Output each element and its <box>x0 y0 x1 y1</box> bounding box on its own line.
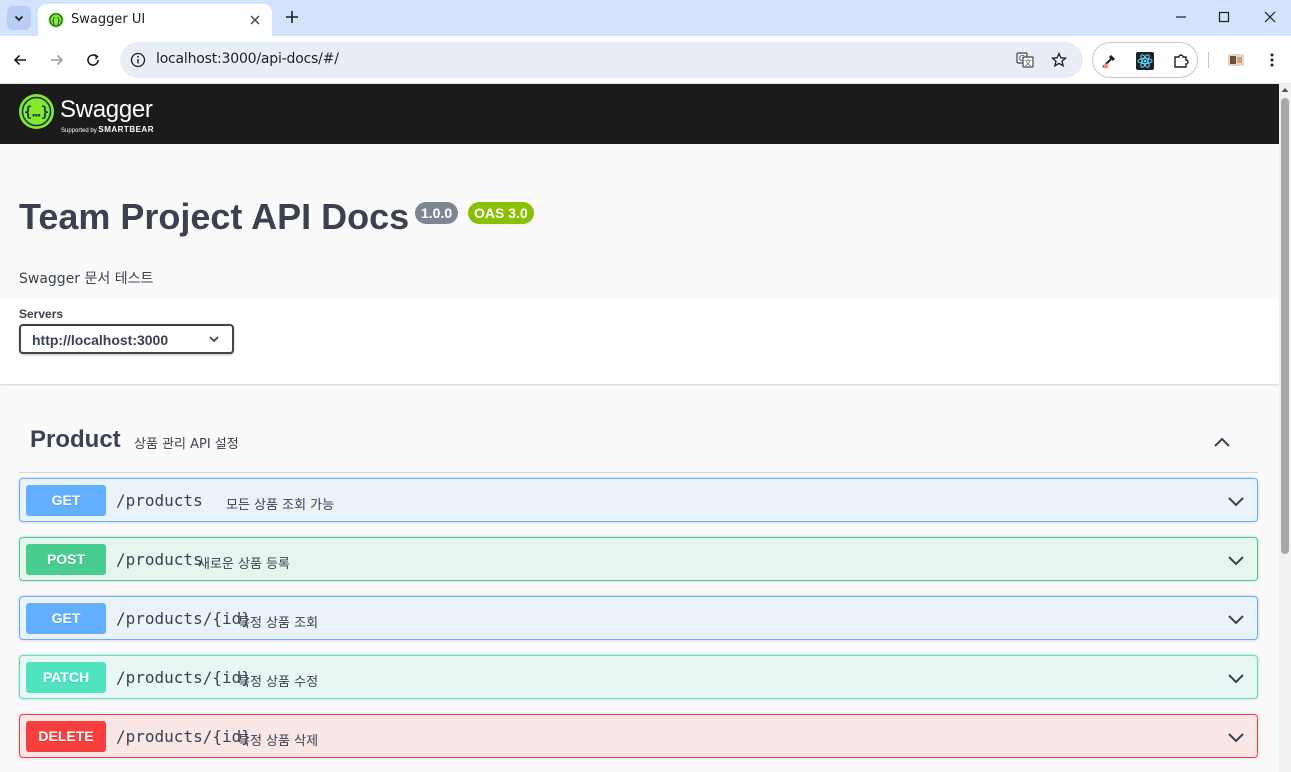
chevron-down-icon[interactable] <box>1227 669 1245 687</box>
scrollbar-thumb[interactable] <box>1281 98 1289 554</box>
browser-tab-strip: {} Swagger UI <box>0 0 1291 36</box>
operation-path: /products <box>116 491 203 510</box>
method-badge: GET <box>26 485 106 516</box>
react-devtools-icon[interactable] <box>1135 51 1155 71</box>
operation-summary: 새로운 상품 등록 <box>198 557 290 572</box>
maximize-icon[interactable] <box>1204 5 1244 29</box>
opblock-patch-product[interactable]: PATCH /products/{id} 특정 상품 수정 <box>19 655 1258 699</box>
reload-icon[interactable] <box>81 48 105 72</box>
svg-text:{…}: {…} <box>24 105 49 121</box>
translate-icon[interactable]: G文 <box>1016 51 1034 69</box>
swagger-logo-subtitle: Supported by SMARTBEAR <box>61 125 154 134</box>
oas-badge: OAS 3.0 <box>468 202 534 224</box>
browser-tab[interactable]: {} Swagger UI <box>38 4 272 36</box>
swagger-logo-icon[interactable]: {…} <box>19 94 54 129</box>
api-description: Swagger 문서 테스트 <box>19 271 154 287</box>
chevron-up-icon[interactable] <box>1212 433 1232 453</box>
page-title: Team Project API Docs <box>19 196 410 237</box>
address-bar[interactable]: localhost:3000/api-docs/#/ G文 <box>120 42 1083 78</box>
operation-summary: 특정 상품 조회 <box>238 616 319 631</box>
method-badge: GET <box>26 603 106 634</box>
operation-path: /products/{id} <box>116 609 251 628</box>
chevron-down-icon[interactable] <box>1227 551 1245 569</box>
chevron-down-icon[interactable] <box>1227 492 1245 510</box>
page-scrollbar[interactable] <box>1279 84 1291 772</box>
site-info-icon[interactable] <box>130 52 146 68</box>
scroll-up-arrow-icon[interactable] <box>1281 86 1289 94</box>
servers-select[interactable]: http://localhost:3000 <box>19 324 234 354</box>
new-tab-icon[interactable] <box>281 6 303 28</box>
forward-arrow-icon[interactable] <box>45 48 69 72</box>
chevron-down-icon[interactable] <box>1227 610 1245 628</box>
version-badge: 1.0.0 <box>415 202 459 224</box>
bookmark-star-icon[interactable] <box>1050 51 1068 69</box>
more-menu-icon[interactable] <box>1262 50 1282 70</box>
operation-summary: 모든 상품 조회 가능 <box>226 498 335 513</box>
svg-text:{}: {} <box>51 16 61 25</box>
back-arrow-icon[interactable] <box>8 48 32 72</box>
chevron-down-icon <box>14 15 24 22</box>
method-badge: POST <box>26 544 106 575</box>
operation-path: /products/{id} <box>116 668 251 687</box>
opblock-get-product-by-id[interactable]: GET /products/{id} 특정 상품 조회 <box>19 596 1258 640</box>
servers-selected-value: http://localhost:3000 <box>32 332 169 348</box>
window-close-icon[interactable] <box>1250 5 1290 29</box>
api-info: Team Project API Docs <box>19 196 409 238</box>
method-badge: PATCH <box>26 662 106 693</box>
opblock-get-products[interactable]: GET /products 모든 상품 조회 가능 <box>19 478 1258 522</box>
profile-avatar[interactable] <box>1226 50 1246 70</box>
tag-description: 상품 관리 API 설정 <box>134 437 239 452</box>
toolbar-divider <box>1208 52 1209 68</box>
tab-search-button[interactable] <box>7 6 31 30</box>
eyedropper-extension-icon[interactable] <box>1099 51 1119 71</box>
servers-label: Servers <box>19 307 64 321</box>
minimize-icon[interactable] <box>1161 5 1201 29</box>
svg-text:文: 文 <box>1025 58 1032 67</box>
page-viewport: {…} Swagger Supported by SMARTBEAR Team … <box>0 84 1279 772</box>
browser-toolbar: localhost:3000/api-docs/#/ G文 <box>0 36 1291 84</box>
operation-path: /products <box>116 550 203 569</box>
swagger-topbar: {…} Swagger Supported by SMARTBEAR <box>0 84 1279 144</box>
tab-title: Swagger UI <box>71 12 146 27</box>
swagger-favicon-icon: {} <box>48 12 64 28</box>
method-badge: DELETE <box>26 721 106 752</box>
operation-path: /products/{id} <box>116 727 251 746</box>
tag-name: Product <box>30 426 121 453</box>
operation-summary: 특정 상품 수정 <box>238 675 319 690</box>
url-text[interactable]: localhost:3000/api-docs/#/ <box>156 51 339 67</box>
operation-summary: 특정 상품 삭제 <box>238 734 319 749</box>
chevron-down-icon[interactable] <box>1227 728 1245 746</box>
tag-section-product[interactable]: Product 상품 관리 API 설정 <box>19 414 1258 473</box>
extensions-puzzle-icon[interactable] <box>1171 51 1191 71</box>
servers-section: Servers http://localhost:3000 <box>0 299 1279 384</box>
extensions-group <box>1092 42 1198 78</box>
chevron-down-icon <box>209 336 219 343</box>
opblock-post-products[interactable]: POST /products 새로운 상품 등록 <box>19 537 1258 581</box>
swagger-logo-text: Swagger <box>60 96 153 123</box>
opblock-delete-product[interactable]: DELETE /products/{id} 특정 상품 삭제 <box>19 714 1258 758</box>
tab-close-icon[interactable] <box>247 12 263 28</box>
